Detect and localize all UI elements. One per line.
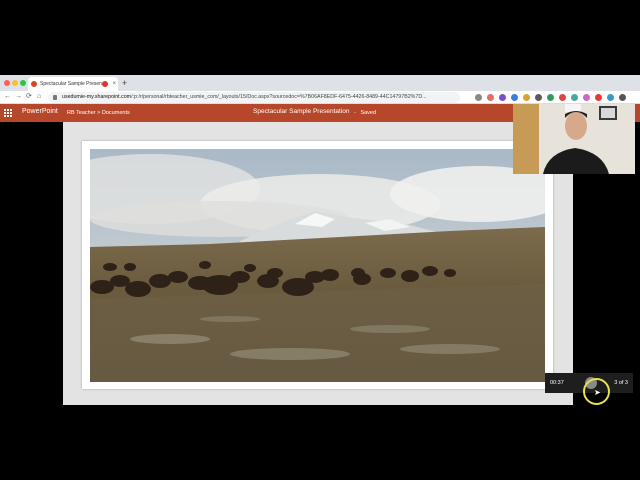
lock-icon: [53, 95, 57, 100]
recording-icon: [102, 81, 108, 87]
slide-photo-bison-herd[interactable]: [90, 149, 545, 382]
extension-icon[interactable]: [583, 94, 590, 101]
tab-title: Spectacular Sample Presen: [40, 81, 102, 87]
extension-icon[interactable]: [559, 94, 566, 101]
back-icon[interactable]: ←: [4, 91, 11, 103]
extension-icon[interactable]: [607, 94, 614, 101]
extension-icon[interactable]: [547, 94, 554, 101]
browser-tab-bar: Spectacular Sample Presen ×: [0, 75, 640, 91]
url-path: /:p:/r/personal/rbteacher_usmie_com/_lay…: [131, 94, 427, 100]
close-icon[interactable]: ×: [112, 77, 116, 91]
profile-avatar[interactable]: [619, 94, 626, 101]
title-separator: -: [354, 110, 356, 116]
extension-icon[interactable]: [475, 94, 482, 101]
extension-icon[interactable]: [595, 94, 602, 101]
app-launcher-icon[interactable]: [4, 109, 12, 117]
breadcrumb[interactable]: RB Teacher > Documents: [67, 104, 130, 122]
extension-icon[interactable]: [571, 94, 578, 101]
new-tab-button[interactable]: +: [122, 76, 127, 90]
extension-icon[interactable]: [535, 94, 542, 101]
minimize-window-button[interactable]: [12, 80, 18, 86]
close-window-button[interactable]: [4, 80, 10, 86]
home-icon[interactable]: ⌂: [37, 91, 41, 103]
presenter-webcam: [513, 104, 635, 174]
save-status-label: Saved: [360, 110, 377, 116]
save-status: - Saved: [354, 104, 376, 122]
slide-counter: 3 of 3: [614, 380, 628, 386]
pointer-icon: ➤: [594, 388, 601, 397]
letterbox-bottom: [0, 405, 640, 480]
browser-toolbar: ← → ⟳ ⌂ usedumie-my.sharepoint.com/:p:/r…: [0, 91, 640, 104]
elapsed-time: 00:37: [550, 380, 564, 386]
browser-tab[interactable]: Spectacular Sample Presen ×: [28, 77, 118, 91]
app-name[interactable]: PowerPoint: [22, 104, 58, 120]
extension-icon[interactable]: [523, 94, 530, 101]
reload-icon[interactable]: ⟳: [26, 91, 32, 103]
document-title[interactable]: Spectacular Sample Presentation: [253, 104, 349, 120]
address-bar[interactable]: usedumie-my.sharepoint.com/:p:/r/persona…: [48, 92, 460, 103]
url-host: usedumie-my.sharepoint.com: [62, 94, 132, 100]
letterbox-top: [0, 0, 640, 75]
extension-icon[interactable]: [487, 94, 494, 101]
forward-icon[interactable]: →: [15, 91, 22, 103]
maximize-window-button[interactable]: [20, 80, 26, 86]
extension-icon[interactable]: [511, 94, 518, 101]
favicon-icon: [31, 81, 37, 87]
extension-icon[interactable]: [499, 94, 506, 101]
